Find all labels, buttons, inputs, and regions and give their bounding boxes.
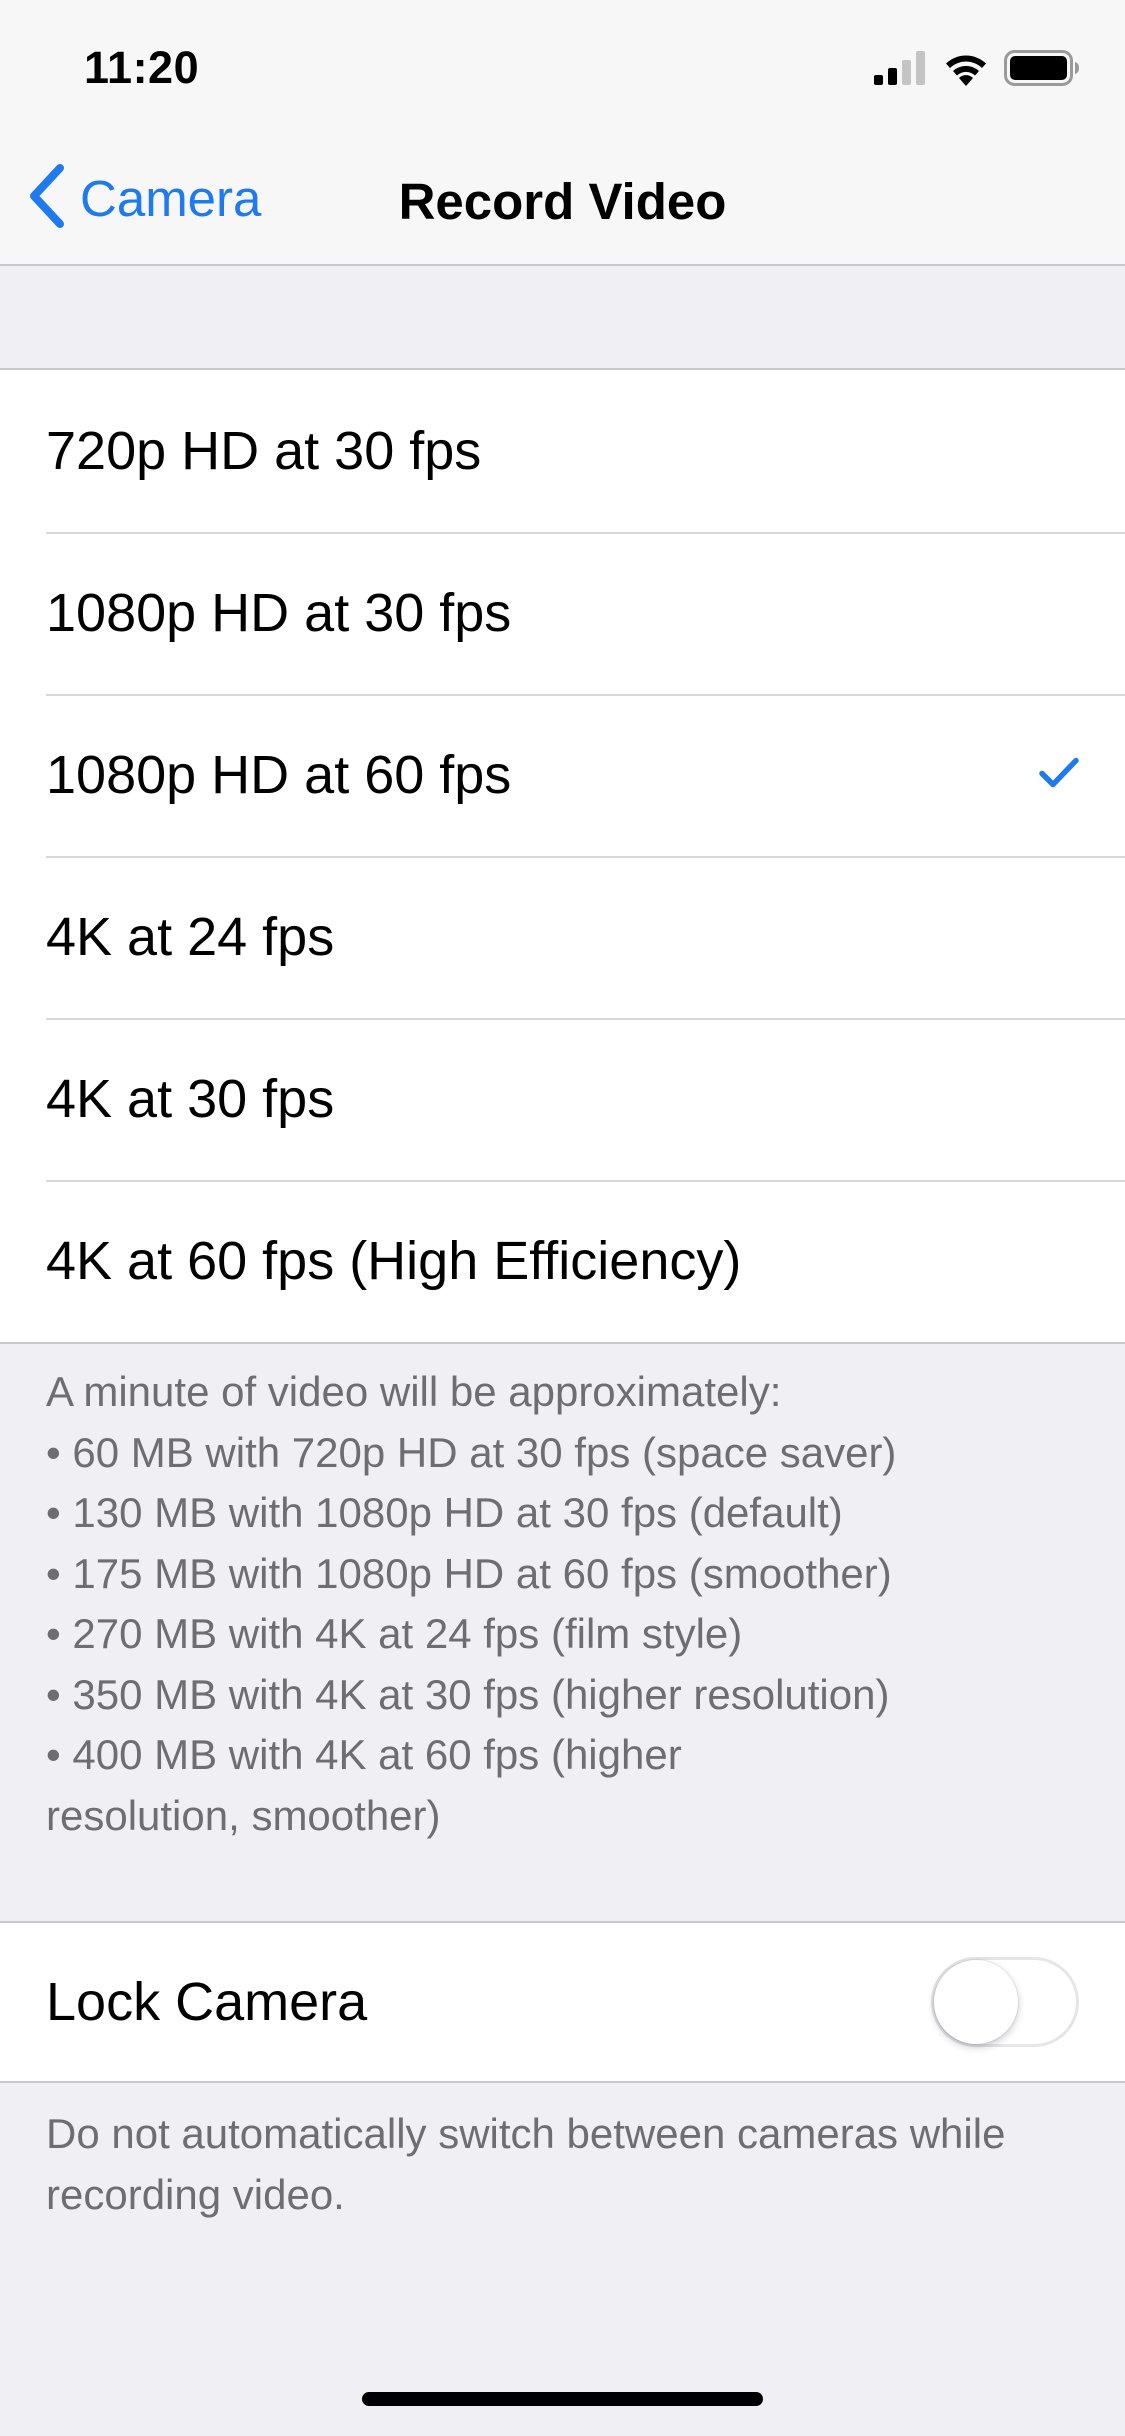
option-1080p-30[interactable]: 1080p HD at 30 fps	[0, 532, 1125, 694]
lock-camera-toggle[interactable]	[931, 1957, 1079, 2047]
info-line: • 175 MB with 1080p HD at 60 fps (smooth…	[46, 1549, 892, 1597]
cellular-signal-icon	[874, 51, 928, 90]
home-indicator[interactable]	[362, 2392, 763, 2406]
battery-icon	[1004, 50, 1080, 91]
option-label: 4K at 30 fps	[46, 1069, 335, 1129]
info-line: • 130 MB with 1080p HD at 30 fps (defaul…	[46, 1489, 843, 1536]
option-label: 4K at 60 fps (High Efficiency)	[46, 1231, 742, 1291]
option-1080p-60[interactable]: 1080p HD at 60 fps	[0, 694, 1125, 856]
checkmark-icon	[1039, 757, 1079, 794]
status-icons	[874, 50, 1080, 91]
option-label: 720p HD at 30 fps	[46, 421, 482, 481]
status-bar: 11:20	[0, 0, 1125, 132]
info-line: • 60 MB with 720p HD at 30 fps (space sa…	[46, 1428, 897, 1476]
info-line: • 400 MB with 4K at 60 fps (higher resol…	[46, 1731, 682, 1839]
info-heading: A minute of video will be approximately:	[46, 1368, 782, 1415]
option-4k-24[interactable]: 4K at 24 fps	[0, 856, 1125, 1018]
info-line: • 270 MB with 4K at 24 fps (film style)	[46, 1610, 743, 1657]
file-size-info: A minute of video will be approximately:…	[46, 1362, 1076, 1846]
record-video-options: 720p HD at 30 fps 1080p HD at 30 fps 108…	[0, 368, 1125, 1344]
option-4k-60[interactable]: 4K at 60 fps (High Efficiency)	[0, 1180, 1125, 1342]
lock-camera-row: Lock Camera	[0, 1921, 1125, 2083]
info-line: • 350 MB with 4K at 30 fps (higher resol…	[46, 1670, 890, 1718]
lock-camera-footer: Do not automatically switch between came…	[46, 2110, 1006, 2218]
wifi-icon	[942, 50, 990, 91]
option-label: 1080p HD at 30 fps	[46, 583, 512, 643]
navigation-bar: Camera Record Video	[0, 132, 1125, 266]
option-720p-30[interactable]: 720p HD at 30 fps	[0, 370, 1125, 532]
toggle-knob	[934, 1960, 1018, 2044]
page-title: Record Video	[398, 173, 727, 230]
option-label: 1080p HD at 60 fps	[46, 745, 512, 805]
option-4k-30[interactable]: 4K at 30 fps	[0, 1018, 1125, 1180]
lock-camera-label: Lock Camera	[46, 1972, 368, 2032]
status-time: 11:20	[84, 42, 200, 93]
option-label: 4K at 24 fps	[46, 907, 335, 967]
